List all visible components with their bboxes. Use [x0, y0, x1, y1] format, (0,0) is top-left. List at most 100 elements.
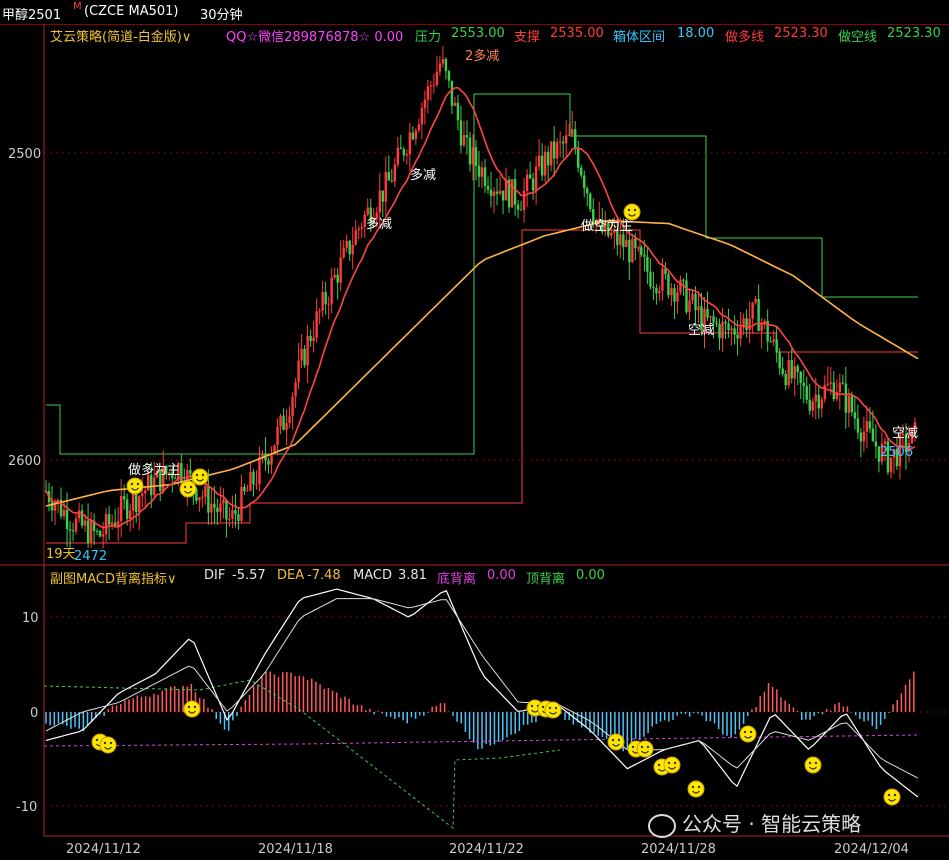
candle-body: [207, 485, 210, 513]
smiley-icon: [179, 480, 197, 498]
candle-body: [853, 412, 857, 419]
candle-body: [219, 503, 222, 512]
candle-body: [724, 321, 727, 324]
candle-body: [201, 496, 204, 498]
candle-body: [516, 204, 520, 210]
candle-body: [709, 316, 712, 318]
candle-body: [628, 239, 631, 263]
smiley-icon: [99, 736, 117, 754]
candle-body: [65, 509, 69, 530]
candle-body: [411, 132, 415, 140]
x-tick-1128: 2024/11/28: [641, 842, 716, 857]
candle-body: [760, 323, 763, 331]
candle-body: [847, 395, 851, 413]
candle-body: [387, 172, 390, 181]
candle-body: [279, 415, 282, 427]
candle-body: [113, 522, 117, 526]
candle-body: [501, 190, 505, 201]
candle-body: [736, 334, 739, 339]
candle-body: [727, 323, 730, 331]
candle-body: [513, 179, 517, 205]
candle-body: [228, 518, 231, 520]
candle-body: [180, 463, 183, 483]
candle-body: [549, 141, 553, 166]
candle-body: [441, 58, 445, 64]
candle-body: [661, 268, 664, 292]
candle-body: [733, 328, 736, 335]
candle-body: [174, 478, 177, 480]
candle-body: [399, 147, 403, 150]
candle-body: [246, 490, 249, 492]
x-tick-1118: 2024/11/18: [258, 842, 333, 857]
candle-body: [342, 247, 345, 258]
candle-body: [775, 339, 778, 353]
candle-body: [408, 132, 412, 155]
candle-body: [697, 306, 700, 311]
candle-body: [432, 84, 436, 86]
candle-body: [850, 395, 854, 413]
candle-body: [348, 240, 351, 255]
candle-body: [619, 234, 622, 245]
candle-body: [396, 147, 400, 165]
label-duojian-1: 多减: [410, 167, 436, 183]
candle-body: [718, 323, 721, 339]
smiley-icon: [191, 468, 209, 486]
candle-body: [62, 509, 66, 517]
candle-body: [426, 86, 430, 100]
chart-canvas[interactable]: 2500 2600 10 0 -10 2024/11/12 2024/11/18…: [0, 0, 949, 860]
candle-body: [492, 191, 496, 196]
candle-body: [865, 421, 869, 432]
candle-body: [838, 382, 842, 393]
candle-body: [799, 371, 802, 383]
candle-body: [83, 520, 87, 526]
candle-body: [110, 522, 114, 525]
candle-body: [634, 238, 637, 249]
candle-body: [420, 108, 424, 125]
candle-body: [486, 186, 490, 190]
smiley-icon: [883, 788, 901, 806]
candle-body: [50, 502, 54, 511]
candle-body: [107, 514, 111, 525]
candle-body: [141, 493, 144, 497]
candle-body: [453, 102, 457, 106]
candle-body: [381, 190, 384, 202]
smiley-icon: [623, 203, 641, 221]
candle-body: [345, 240, 348, 248]
candle-body: [327, 303, 330, 305]
candle-body: [249, 472, 252, 491]
candle-body: [568, 134, 571, 136]
candle-body: [796, 366, 799, 372]
candle-body: [318, 310, 321, 312]
candle-body: [116, 521, 120, 526]
candle-body: [625, 239, 628, 248]
dea-line: [45, 598, 919, 779]
candle-body: [844, 383, 848, 413]
candle-body: [721, 321, 724, 339]
candle-body: [874, 441, 878, 447]
candle-body: [537, 155, 541, 167]
label-top-duojian: 2多减: [465, 48, 499, 64]
watermark-text: 公众号 · 智能云策略: [682, 812, 862, 836]
candle-body: [423, 99, 427, 109]
candle-body: [871, 428, 875, 442]
smiley-icon: [663, 756, 681, 774]
candle-body: [522, 190, 526, 210]
candle-body: [360, 226, 363, 229]
candle-body: [390, 180, 393, 182]
candle-body: [89, 520, 93, 544]
candle-body: [862, 431, 866, 442]
candle-body: [282, 415, 285, 430]
candle-body: [312, 337, 315, 342]
y-tick-minus10: -10: [16, 800, 37, 815]
candle-body: [378, 190, 381, 213]
candle-body: [670, 288, 673, 296]
wechat-icon: [648, 813, 676, 838]
candle-body: [144, 490, 147, 494]
y-tick-2500: 2600: [8, 454, 41, 469]
candle-body: [357, 228, 360, 231]
candle-body: [213, 503, 216, 508]
candle-body: [832, 382, 836, 400]
candle-body: [132, 492, 135, 511]
candle-body: [808, 399, 811, 411]
candle-body: [856, 418, 860, 433]
